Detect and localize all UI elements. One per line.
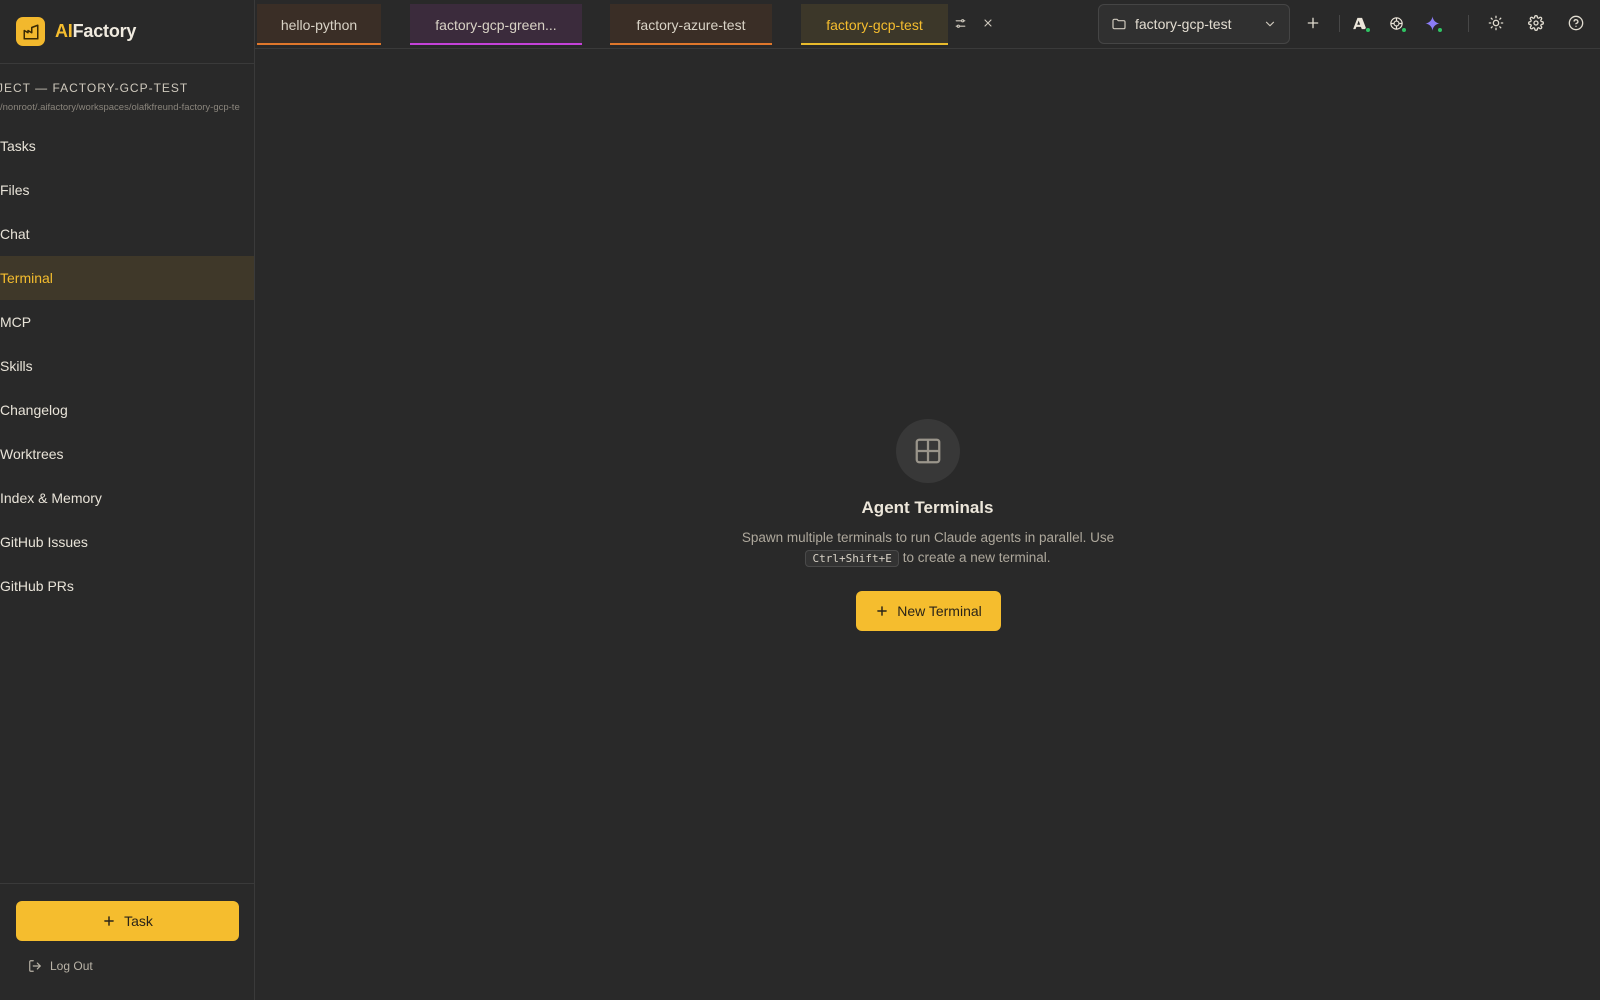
anthropic-provider-button[interactable] [1349,12,1371,34]
sidebar-item-worktrees[interactable]: Worktrees [0,432,254,476]
help-button[interactable] [1565,12,1587,34]
project-path: /nonroot/.aifactory/workspaces/olafkfreu… [0,102,240,113]
logout-icon [29,960,41,972]
tab-factory-azure-test[interactable]: factory-azure-test [610,4,772,45]
new-task-button[interactable]: Task [16,901,239,941]
terminal-empty-state: Agent Terminals Spawn multiple terminals… [255,49,1600,1000]
new-terminal-button[interactable]: New Terminal [856,591,1001,631]
tab-settings-icon[interactable] [951,14,969,32]
tab-hello-python[interactable]: hello-python [257,4,381,45]
plus-icon [104,916,114,926]
settings-button[interactable] [1525,12,1547,34]
sidebar-item-mcp[interactable]: MCP [0,300,254,344]
sidebar-item-index-memory[interactable]: Index & Memory [0,476,254,520]
shortcut-kbd: Ctrl+Shift+E [805,550,899,567]
brand-name: AIFactory [55,21,136,42]
gemini-provider-button[interactable] [1421,12,1443,34]
sun-icon [1488,15,1504,31]
sidebar-item-label: GitHub PRs [0,578,74,594]
sidebar-item-label: Skills [0,358,33,374]
tab-factory-gcp-green[interactable]: factory-gcp-green... [410,4,582,45]
status-dot [1401,27,1407,33]
plus-icon [1307,17,1319,29]
status-dot [1365,27,1371,33]
chevron-down-icon [1265,21,1275,27]
project-selector-value: factory-gcp-test [1135,16,1232,32]
sidebar-item-label: Terminal [0,270,53,286]
sidebar-item-tasks[interactable]: Tasks [0,124,254,168]
sidebar-item-skills[interactable]: Skills [0,344,254,388]
help-icon [1568,15,1584,31]
logout-button[interactable]: Log Out [28,959,93,973]
sidebar-nav: Tasks Files Chat Terminal MCP Skills Cha… [0,124,254,608]
empty-state-description: Spawn multiple terminals to run Claude a… [718,528,1138,569]
openai-provider-button[interactable] [1385,12,1407,34]
tab-color-indicator [410,43,582,45]
tab-color-indicator [610,43,772,45]
theme-toggle-button[interactable] [1485,12,1507,34]
tab-factory-gcp-test[interactable]: factory-gcp-test [801,4,948,45]
tab-label: factory-azure-test [636,16,746,33]
new-task-label: Task [124,913,153,929]
status-dot [1437,27,1443,33]
sidebar: AIFactory JECT — FACTORY-GCP-TEST /nonro… [0,0,255,1000]
folder-icon [1112,18,1126,30]
terminal-grid-icon [896,419,960,483]
top-bar: hello-python factory-gcp-green... factor… [255,0,1600,49]
sidebar-item-chat[interactable]: Chat [0,212,254,256]
sidebar-item-github-prs[interactable]: GitHub PRs [0,564,254,608]
sidebar-footer: Task Log Out [0,883,254,1000]
empty-state-description-text: Spawn multiple terminals to run Claude a… [741,530,1115,545]
sidebar-item-label: Files [0,182,30,198]
empty-state-title: Agent Terminals [861,498,994,517]
tab-label: factory-gcp-green... [435,16,557,33]
close-tab-icon[interactable] [979,14,997,32]
new-project-button[interactable] [1302,12,1324,34]
sidebar-item-label: Changelog [0,402,68,418]
tab-color-indicator [801,43,948,45]
brand-name-suffix: Factory [72,21,137,41]
project-selector[interactable]: factory-gcp-test [1098,4,1290,44]
tab-label: hello-python [280,16,358,33]
empty-state-description-text: to create a new terminal. [902,550,1051,565]
tab-label: factory-gcp-test [826,16,923,33]
toolbar-divider [1339,15,1340,32]
brand-name-prefix: AI [55,21,73,41]
sidebar-item-files[interactable]: Files [0,168,254,212]
plus-icon [877,606,888,616]
brand[interactable]: AIFactory [0,0,254,64]
logout-label: Log Out [50,959,93,973]
project-title: JECT — FACTORY-GCP-TEST [0,81,189,95]
sidebar-item-label: Index & Memory [0,490,102,506]
sidebar-item-label: Chat [0,226,30,242]
sidebar-item-label: Worktrees [0,446,64,462]
sidebar-item-changelog[interactable]: Changelog [0,388,254,432]
toolbar-divider [1468,15,1469,32]
new-terminal-label: New Terminal [897,603,982,619]
sidebar-item-label: Tasks [0,138,36,154]
tab-color-indicator [257,43,381,45]
sidebar-item-label: MCP [0,314,32,330]
gear-icon [1528,15,1544,31]
factory-logo-icon [16,17,45,46]
sidebar-item-label: GitHub Issues [0,534,88,550]
sidebar-item-terminal[interactable]: Terminal [0,256,254,300]
sidebar-item-github-issues[interactable]: GitHub Issues [0,520,254,564]
